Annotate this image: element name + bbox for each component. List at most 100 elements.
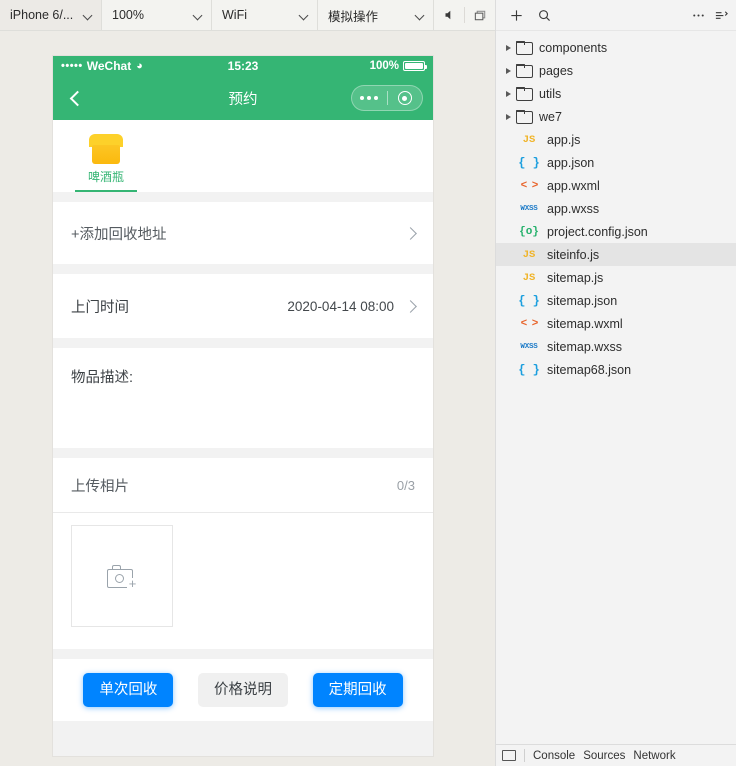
section-gap [53, 338, 433, 348]
zoom-select[interactable]: 100% [102, 0, 212, 30]
tree-file-sitemap-js[interactable]: JS sitemap.js [496, 266, 736, 289]
wifi-icon: ◕ [136, 60, 143, 72]
section-gap [53, 192, 433, 202]
chevron-right-icon[interactable] [500, 67, 516, 74]
tree-file-siteinfo-js[interactable]: JS siteinfo.js [496, 243, 736, 266]
tree-file-sitemap68-json[interactable]: { } sitemap68.json [496, 358, 736, 381]
tree-file-app-js[interactable]: JS app.js [496, 128, 736, 151]
tree-folder-utils[interactable]: utils [496, 82, 736, 105]
tree-file-app-wxss[interactable]: WXSS app.wxss [496, 197, 736, 220]
upload-count: 0/3 [396, 477, 415, 493]
speaker-icon [445, 10, 451, 20]
device-select[interactable]: iPhone 6/... [0, 0, 102, 30]
tree-folder-pages[interactable]: pages [496, 59, 736, 82]
tree-item-label: sitemap.wxml [547, 316, 623, 331]
tree-item-label: we7 [539, 109, 562, 124]
tree-file-app-json[interactable]: { } app.json [496, 151, 736, 174]
back-button[interactable] [63, 85, 89, 111]
chevron-right-icon[interactable] [500, 44, 516, 51]
upload-label: 上传相片 [71, 478, 129, 495]
add-file-button[interactable] [502, 3, 530, 27]
chevron-right-icon[interactable] [500, 113, 516, 120]
network-select[interactable]: WiFi [212, 0, 318, 30]
status-bar-left: ••••• WeChat ◕ [61, 59, 143, 73]
wxml-file-icon: < > [520, 179, 539, 192]
tree-item-label: siteinfo.js [547, 247, 600, 262]
visit-time-row[interactable]: 上门时间 2020-04-14 08:00 [53, 274, 433, 338]
devtools-tab-console[interactable]: Console [533, 750, 575, 762]
section-gap [53, 448, 433, 458]
volume-button[interactable] [434, 0, 464, 30]
action-button-bar: 单次回收 价格说明 定期回收 [53, 659, 433, 721]
simulate-action-select[interactable]: 模拟操作 [318, 0, 434, 30]
folder-icon [516, 41, 533, 55]
simulate-action-label: 模拟操作 [328, 9, 379, 24]
zoom-select-label: 100% [112, 8, 144, 22]
js-file-icon: JS [522, 248, 536, 261]
search-button[interactable] [530, 3, 558, 27]
cfg-file-icon: {o} [519, 225, 539, 238]
single-recycle-button[interactable]: 单次回收 [83, 673, 174, 707]
description-input[interactable] [71, 387, 415, 433]
tree-item-label: pages [539, 63, 574, 78]
price-info-button[interactable]: 价格说明 [197, 673, 288, 707]
chevron-down-icon [84, 11, 93, 20]
signal-dots-icon: ••••• [61, 60, 83, 72]
wechat-capsule-button[interactable] [351, 85, 423, 111]
upload-card: 上传相片 0/3 + [53, 458, 433, 649]
devtools-tab-sources[interactable]: Sources [583, 750, 625, 762]
tree-file-app-wxml[interactable]: < > app.wxml [496, 174, 736, 197]
tree-file-sitemap-wxml[interactable]: < > sitemap.wxml [496, 312, 736, 335]
devtools-tab-network[interactable]: Network [633, 750, 675, 762]
app-root: iPhone 6/... 100% WiFi 模拟操作 ••••• WeChat… [0, 0, 736, 766]
collapse-all-button[interactable] [712, 3, 730, 27]
category-tab-beer-bottle[interactable]: 啤酒瓶 [75, 134, 137, 192]
add-address-row[interactable]: +添加回收地址 [53, 202, 433, 264]
tree-item-label: app.wxml [547, 178, 600, 193]
more-dots-icon[interactable] [352, 96, 387, 100]
upload-body: + [53, 513, 433, 649]
description-card: 物品描述: [53, 348, 433, 448]
category-tab-strip: 啤酒瓶 [53, 120, 433, 192]
chevron-right-icon [404, 226, 417, 240]
collapse-all-icon [715, 10, 728, 19]
shop-bin-icon [89, 134, 123, 164]
carrier-label: WeChat [86, 59, 132, 73]
explorer-more-button[interactable] [684, 3, 712, 27]
address-card: +添加回收地址 [53, 202, 433, 264]
tree-item-label: app.wxss [547, 201, 600, 216]
tree-item-label: components [539, 40, 608, 55]
visit-time-value: 2020-04-14 08:00 [287, 298, 394, 314]
add-photo-button[interactable]: + [71, 525, 173, 627]
tree-file-sitemap-wxss[interactable]: WXSS sitemap.wxss [496, 335, 736, 358]
js-file-icon: JS [522, 133, 536, 146]
chevron-down-icon [300, 11, 309, 20]
js-file-icon: JS [522, 271, 536, 284]
tree-item-label: sitemap.js [547, 270, 604, 285]
window-toggle-button[interactable] [465, 0, 495, 30]
chevron-down-icon [194, 11, 203, 20]
upload-header: 上传相片 0/3 [53, 458, 433, 512]
tree-file-project-config-json[interactable]: {o} project.config.json [496, 220, 736, 243]
wxss-file-icon: WXSS [520, 204, 538, 213]
json-file-icon: { } [518, 293, 540, 308]
panel-icon[interactable] [502, 750, 516, 761]
tree-folder-components[interactable]: components [496, 36, 736, 59]
tree-item-label: sitemap.json [547, 293, 618, 308]
category-tab-active-underline [75, 190, 137, 192]
phone-frame: ••••• WeChat ◕ 15:23 100% 预约 啤酒瓶 +添加回收地址… [53, 56, 433, 756]
chevron-right-icon [404, 299, 417, 313]
periodic-recycle-button[interactable]: 定期回收 [312, 673, 403, 707]
section-gap [53, 264, 433, 274]
folder-icon [516, 64, 533, 78]
window-layers-icon [474, 10, 485, 20]
tree-folder-we7[interactable]: we7 [496, 105, 736, 128]
json-file-icon: { } [518, 362, 540, 377]
chevron-right-icon[interactable] [500, 90, 516, 97]
wxss-file-icon: WXSS [520, 342, 538, 351]
status-bar-right: 100% [370, 60, 427, 72]
simulator-toolbar: iPhone 6/... 100% WiFi 模拟操作 [0, 0, 495, 31]
tree-file-sitemap-json[interactable]: { } sitemap.json [496, 289, 736, 312]
target-circle-icon[interactable] [388, 91, 423, 105]
visit-time-label: 上门时间 [71, 299, 129, 316]
